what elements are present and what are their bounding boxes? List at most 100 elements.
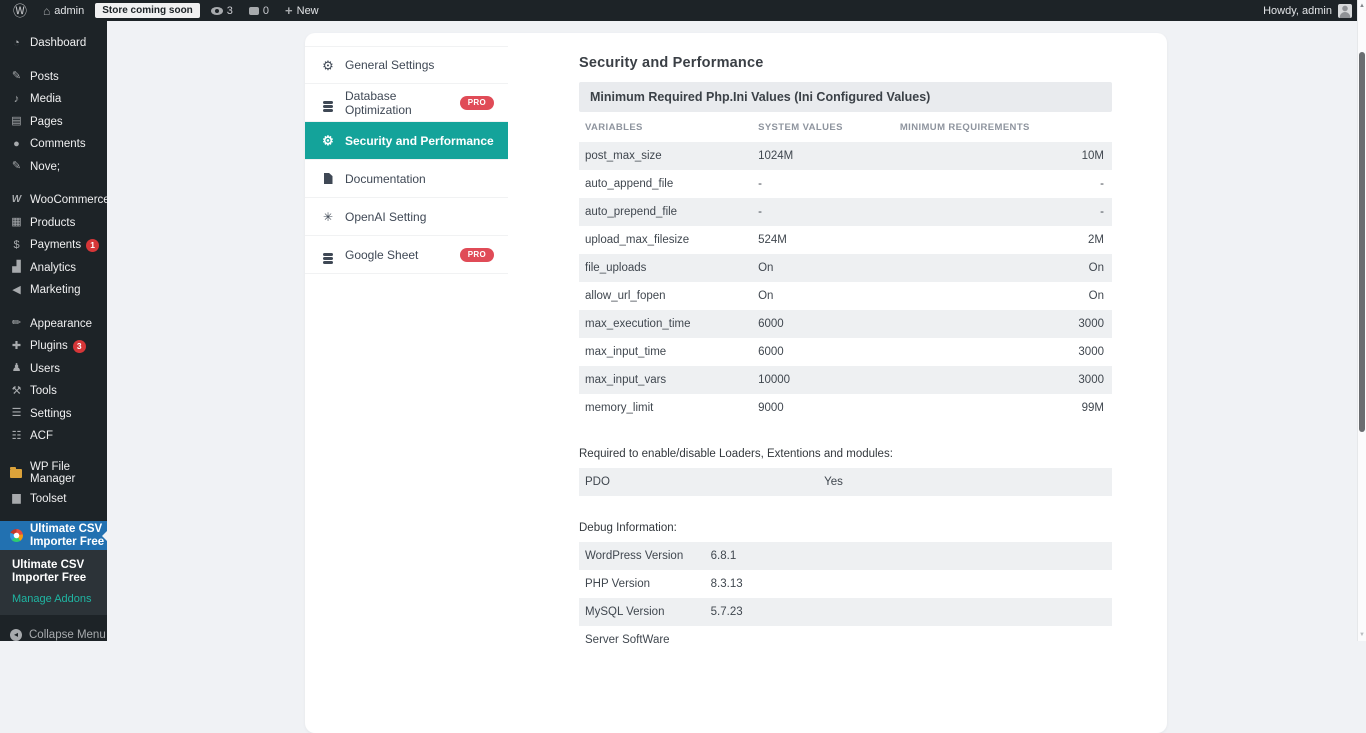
sidebar-item-label: Ultimate CSV Importer Free [30,523,107,548]
sidebar-item-payments[interactable]: $ Payments 1 [0,234,107,257]
submenu-item-ultimate-csv-importer[interactable]: Ultimate CSV Importer Free [12,559,99,585]
debug-section-label: Debug Information: [579,522,1112,534]
wordpress-logo-icon[interactable]: Ⓦ [8,0,32,21]
table-row: max_input_time60003000 [579,338,1112,366]
notification-badge: 1 [86,239,99,252]
sidebar-item-label: Toolset [30,493,66,506]
table-row: upload_max_filesize524M2M [579,226,1112,254]
system-value-cell: On [758,290,900,302]
user-avatar[interactable] [1338,4,1352,18]
table-row: post_max_size1024M10M [579,142,1112,170]
sidebar-item-pages[interactable]: ▤ Pages [0,111,107,134]
home-icon: ⌂ [43,4,50,18]
sidebar-item-acf[interactable]: ☷ACF [0,425,107,448]
sidebar-item-label: Products [30,217,75,230]
sidebar-item-comments[interactable]: ●Comments [0,133,107,156]
table-row: Server SoftWare [579,626,1112,654]
tab-security-and-performance[interactable]: Security and Performance [305,122,508,160]
analytics-icon: ▟ [10,262,23,273]
sidebar-item-toolset[interactable]: ▆ Toolset [0,488,107,511]
acf-icon: ☷ [10,431,23,442]
column-header: VARIABLES [579,122,758,133]
minimum-requirement-cell: On [900,262,1112,274]
sidebar-item-marketing[interactable]: ◀Marketing [0,279,107,302]
doc-icon [321,173,335,184]
minimum-requirement-cell: - [900,206,1112,218]
visibility-count-link[interactable]: 3 [206,0,238,21]
sidebar-item-tools[interactable]: ⚒Tools [0,380,107,403]
debug-name-cell: PHP Version [579,578,711,590]
new-label: New [297,5,319,17]
submenu-item-manage-addons[interactable]: Manage Addons [12,593,99,605]
sidebar-item-ultimate-csv-importer-free[interactable]: Ultimate CSV Importer Free [0,521,107,550]
sidebar-item-label: WooCommerce [30,194,110,207]
site-name-link[interactable]: ⌂ admin [38,0,89,21]
variable-cell: max_input_time [579,346,758,358]
sidebar-item-settings[interactable]: ☰Settings [0,403,107,426]
tab-label: General Settings [345,58,434,72]
payments-icon: $ [10,240,23,251]
debug-value-cell: 6.8.1 [711,550,1112,562]
scrollbar-up-arrow[interactable]: ▲ [1358,3,1366,9]
tab-openai-setting[interactable]: OpenAI Setting [305,198,508,236]
php-ini-column-headers: VARIABLESSYSTEM VALUESMINIMUM REQUIREMEN… [579,112,1112,142]
collapse-menu-button[interactable]: ◂ Collapse Menu [0,629,107,641]
comment-bubble-icon [249,7,259,15]
tab-documentation[interactable]: Documentation [305,160,508,198]
minimum-requirement-cell: 3000 [900,346,1112,358]
media-icon: ♪ [10,94,23,105]
table-row: file_uploadsOnOn [579,254,1112,282]
comments-count-link[interactable]: 0 [244,0,274,21]
woocommerce-icon: W [10,195,23,205]
php-ini-table: post_max_size1024M10Mauto_append_file--a… [579,142,1112,422]
debug-table: WordPress Version6.8.1PHP Version8.3.13M… [579,542,1112,654]
sidebar-item-analytics[interactable]: ▟Analytics [0,257,107,280]
sidebar-item-wp-file-manager[interactable]: WP File Manager [0,459,107,488]
minimum-requirement-cell: 2M [900,234,1112,246]
security-performance-panel: Security and Performance Minimum Require… [579,55,1112,654]
table-row: PHP Version8.3.13 [579,570,1112,598]
sidebar-item-woocommerce[interactable]: W WooCommerce [0,189,107,212]
extension-name-cell: PDO [579,476,824,488]
column-header: MINIMUM REQUIREMENTS [900,122,1112,133]
browser-scrollbar[interactable]: ▲ ▼ [1357,0,1366,641]
minimum-requirement-cell: 10M [900,150,1112,162]
minimum-requirement-cell: 3000 [900,374,1112,386]
howdy-link[interactable]: Howdy, admin [1263,5,1332,17]
sidebar-item-appearance[interactable]: ✏Appearance [0,313,107,336]
loaders-section-label: Required to enable/disable Loaders, Exte… [579,448,1112,460]
column-header: SYSTEM VALUES [758,122,900,133]
sidebar-item-label: Payments [30,239,81,252]
sidebar-item-users[interactable]: ♟Users [0,358,107,381]
table-row: memory_limit900099M [579,394,1112,422]
discs-icon [321,97,335,108]
pages-icon: ▤ [10,116,23,127]
new-content-link[interactable]: + New [280,0,324,21]
sidebar-item-label: Comments [30,138,86,151]
system-value-cell: 1024M [758,150,900,162]
sidebar-item-plugins[interactable]: ✚Plugins3 [0,335,107,358]
system-value-cell: 6000 [758,318,900,330]
toolset-icon: ▆ [10,493,23,504]
sidebar-item-dashboard[interactable]: ◔Dashboard [0,32,107,55]
tab-label: Documentation [345,172,426,186]
tab-google-sheet[interactable]: Google SheetPRO [305,236,508,274]
sidebar-item-posts[interactable]: ✎Posts [0,66,107,89]
sidebar-item-nove[interactable]: ✎Nove; [0,156,107,179]
products-icon: ▦ [10,217,23,228]
marketing-icon: ◀ [10,285,23,296]
sidebar-item-media[interactable]: ♪Media [0,88,107,111]
coming-soon-badge[interactable]: Store coming soon [95,3,200,18]
csv-importer-submenu: Ultimate CSV Importer Free Manage Addons [0,550,107,615]
collapse-menu-label: Collapse Menu [29,629,106,641]
sidebar-item-products[interactable]: ▦ Products [0,212,107,235]
tab-database-optimization[interactable]: Database OptimizationPRO [305,84,508,122]
tab-general-settings[interactable]: General Settings [305,46,508,84]
scrollbar-down-arrow[interactable]: ▼ [1358,632,1366,638]
tools-icon: ⚒ [10,386,23,397]
admin-bar-right: Howdy, admin [1263,4,1366,18]
admin-bar: Ⓦ ⌂ admin Store coming soon 3 0 + New Ho… [0,0,1366,21]
scrollbar-thumb[interactable] [1359,52,1365,432]
sidebar-item-label: Pages [30,116,63,129]
openai-icon [321,211,335,223]
